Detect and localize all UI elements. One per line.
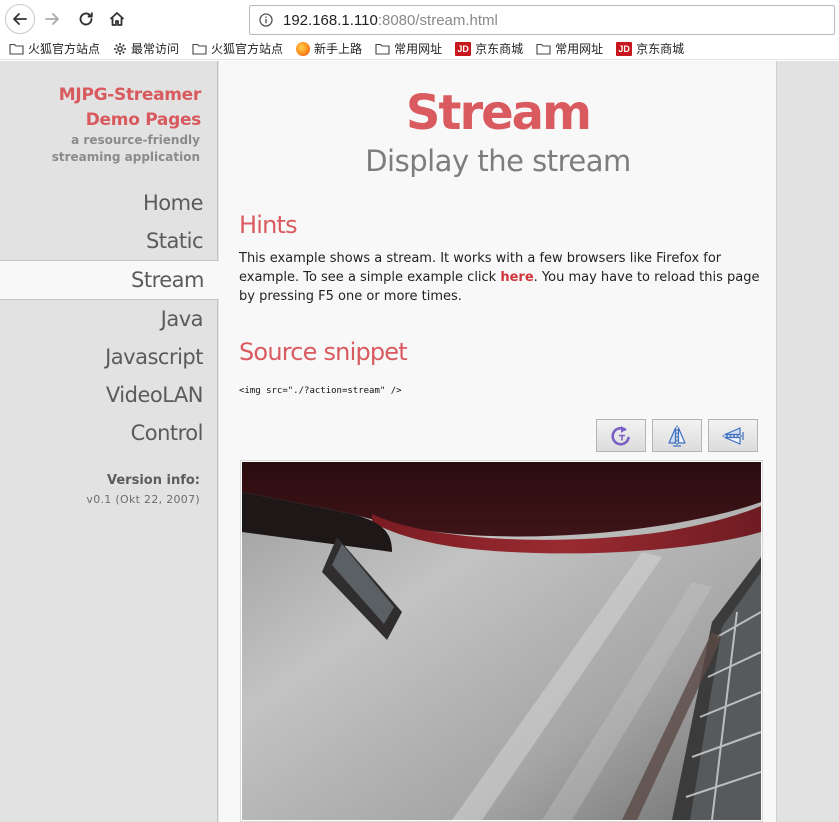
jd-icon: JD [616,41,633,56]
url-path: /stream.html [415,11,498,29]
snippet-heading: Source snippet [239,338,408,366]
arrow-right-icon [45,13,59,25]
version-title: Version info: [107,473,200,488]
main-menu: Home Static Stream Java Javascript Video… [0,184,220,452]
bookmark-item[interactable]: JD 京东商城 [616,40,684,57]
jd-icon: JD [455,41,472,56]
menu-item-control[interactable]: Control [0,414,219,452]
folder-icon [9,43,24,55]
bookmark-item[interactable]: 火狐官方站点 [192,40,283,57]
gear-icon [113,42,127,56]
tagline: a resource-friendly streaming applicatio… [51,133,200,164]
bookmark-item[interactable]: 新手上路 [296,40,362,57]
folder-icon [192,43,207,55]
rotate-button[interactable] [596,419,646,452]
menu-item-static[interactable]: Static [0,222,219,260]
bookmark-item[interactable]: 火狐官方站点 [9,40,100,57]
menu-item-videolan[interactable]: VideoLAN [0,376,219,414]
bookmark-label: 京东商城 [636,42,685,56]
bookmark-item[interactable]: 常用网址 [375,40,442,57]
brand-line-2: Demo Pages [85,110,202,130]
bookmark-label: 火狐官方站点 [28,42,101,56]
brand: MJPG-Streamer Demo Pages [58,83,202,133]
bookmark-label: 常用网址 [394,42,443,56]
home-button[interactable] [103,5,131,33]
url-text: 192.168.1.110:8080/stream.html [283,12,498,29]
brand-line-1: MJPG-Streamer [58,85,202,105]
flip-vertical-button[interactable] [652,419,702,452]
bookmark-label: 火狐官方站点 [211,42,284,56]
folder-icon [375,43,390,55]
reload-button[interactable] [72,5,100,33]
menu-item-javascript[interactable]: Javascript [0,338,219,376]
folder-icon [536,43,551,55]
bookmark-label: 京东商城 [475,42,524,56]
url-port: :8080 [377,11,416,29]
here-link[interactable]: here [500,270,533,285]
arrow-left-icon [13,13,27,25]
info-icon[interactable] [259,13,273,27]
flip-horizontal-icon [722,426,744,445]
forward-button[interactable] [38,5,66,33]
menu-item-java[interactable]: Java [0,300,219,338]
version-info: Version info: v0.1 (Okt 22, 2007) [86,472,200,508]
hints-heading: Hints [239,211,298,239]
menu-item-stream[interactable]: Stream [0,260,220,300]
bookmark-label: 常用网址 [555,42,604,56]
menu-item-home[interactable]: Home [0,184,219,222]
page: MJPG-Streamer Demo Pages a resource-frie… [0,61,839,822]
flip-vertical-icon [668,425,686,447]
page-subtitle: Display the stream [365,144,631,178]
rotate-icon [611,425,630,446]
address-bar[interactable]: 192.168.1.110:8080/stream.html [249,5,835,35]
home-icon [109,12,125,26]
url-host: 192.168.1.110 [283,11,378,29]
firefox-icon [296,41,311,56]
bookmark-label: 最常访问 [131,42,180,56]
camera-stream-image [242,462,761,820]
sidebar: MJPG-Streamer Demo Pages a resource-frie… [0,61,220,822]
bookmark-item[interactable]: 最常访问 [113,40,179,57]
reload-icon [79,12,93,26]
back-button[interactable] [5,4,35,34]
hints-text: This example shows a stream. It works wi… [239,249,763,306]
version-value: v0.1 (Okt 22, 2007) [86,493,200,506]
page-title: Stream [405,85,592,141]
bookmark-label: 新手上路 [314,42,363,56]
bookmarks-bar: 火狐官方站点 最常访问 火狐官方站点 新手上路 常用网址 JD 京东商城 常用网… [0,38,839,60]
bookmark-item[interactable]: 常用网址 [536,40,603,57]
source-snippet: <img src="./?action=stream" /> [239,386,402,396]
stream-frame [240,460,763,822]
flip-horizontal-button[interactable] [708,419,758,452]
browser-toolbar: 192.168.1.110:8080/stream.html [0,0,839,38]
bookmark-item[interactable]: JD 京东商城 [455,40,523,57]
main-content: Stream Display the stream Hints This exa… [219,61,777,822]
